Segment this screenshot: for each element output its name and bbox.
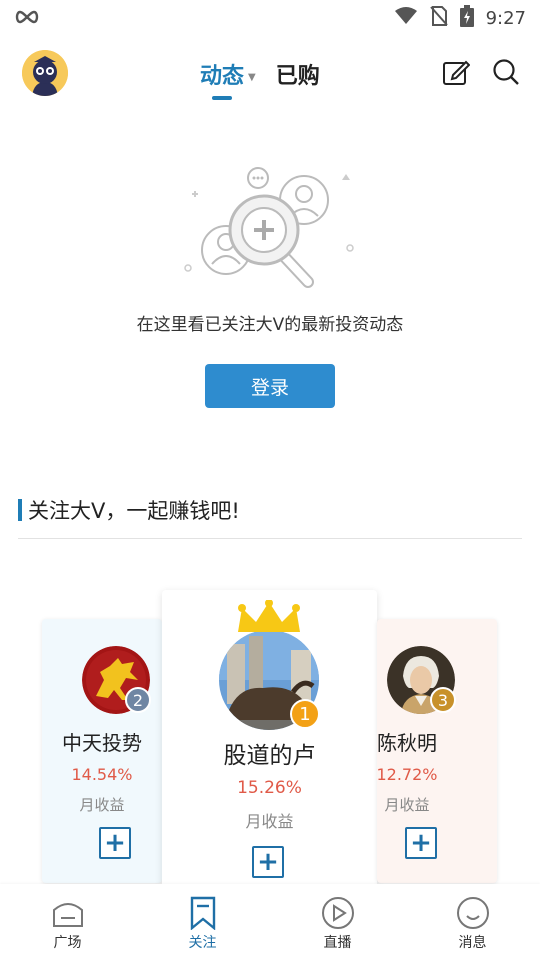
- section-accent-bar: [18, 499, 22, 521]
- plus-icon: +: [410, 828, 432, 858]
- influencer-card-rank-3[interactable]: 3 陈秋明 12.72% 月收益 +: [376, 619, 497, 883]
- search-icon[interactable]: [492, 58, 520, 86]
- avatar[interactable]: [22, 50, 68, 96]
- nav-item-live[interactable]: 直播: [270, 884, 405, 960]
- plus-icon: +: [257, 847, 279, 877]
- plus-icon: +: [104, 828, 126, 858]
- rank-badge: 1: [290, 699, 320, 729]
- nav-item-follow[interactable]: 关注: [135, 884, 270, 960]
- battery-charging-icon: [459, 5, 474, 31]
- smile-chat-icon: [456, 896, 490, 930]
- monthly-return-value: 15.26%: [237, 778, 302, 798]
- status-bar: 9:27: [0, 0, 540, 36]
- tab-dynamic[interactable]: 动态 ▼: [200, 58, 256, 100]
- tab-purchased[interactable]: 已购: [276, 58, 320, 90]
- nav-item-plaza[interactable]: 广场: [0, 884, 135, 960]
- header: 动态 ▼ 已购: [0, 40, 540, 110]
- edit-icon[interactable]: [442, 58, 471, 86]
- empty-state-message: 在这里看已关注大V的最新投资动态: [136, 315, 404, 335]
- follow-button[interactable]: +: [252, 846, 284, 878]
- influencer-name: 股道的卢: [223, 743, 316, 769]
- status-time: 9:27: [485, 7, 526, 29]
- tab-active-indicator: [212, 96, 232, 100]
- tab-bar: 动态 ▼ 已购: [200, 58, 320, 100]
- section-title: 关注大V，一起赚钱吧!: [18, 495, 240, 525]
- influencer-name: 中天投势: [62, 731, 142, 755]
- influencer-name: 陈秋明: [377, 731, 437, 755]
- crown-icon: [234, 599, 304, 636]
- nav-label: 直播: [323, 935, 352, 951]
- nav-label: 广场: [53, 935, 82, 951]
- nav-item-messages[interactable]: 消息: [405, 884, 540, 960]
- section-title-text: 关注大V，一起赚钱吧!: [28, 499, 240, 523]
- caret-down-icon: ▼: [248, 71, 256, 83]
- wifi-icon: [394, 6, 418, 30]
- monthly-return-value: 14.54%: [71, 765, 133, 784]
- rank-badge: 2: [125, 687, 151, 713]
- follow-button[interactable]: +: [99, 827, 131, 859]
- login-button[interactable]: 登录: [205, 364, 335, 408]
- monthly-return-value: 12.72%: [376, 765, 438, 784]
- infinity-icon: [14, 6, 40, 31]
- influencer-card-rank-2[interactable]: 2 中天投势 14.54% 月收益 +: [42, 619, 162, 883]
- monthly-return-label: 月收益: [384, 796, 430, 814]
- tab-purchased-label: 已购: [275, 64, 320, 89]
- rank-badge: 3: [430, 687, 456, 713]
- nav-label: 关注: [188, 935, 217, 951]
- monthly-return-label: 月收益: [245, 812, 294, 831]
- nav-label: 消息: [458, 935, 487, 951]
- divider: [18, 538, 522, 539]
- follow-button[interactable]: +: [405, 827, 437, 859]
- bookmark-icon: [186, 896, 220, 931]
- add-person-magnifier-illustration: [180, 140, 360, 300]
- no-sim-icon: [429, 5, 448, 31]
- home-icon: [51, 896, 85, 930]
- bottom-nav: 广场 关注 直播 消息: [0, 884, 540, 960]
- influencer-card-rank-1[interactable]: 1 股道的卢 15.26% 月收益 +: [162, 590, 377, 890]
- tab-dynamic-label: 动态: [200, 64, 245, 89]
- play-icon: [321, 896, 355, 930]
- monthly-return-label: 月收益: [79, 796, 125, 814]
